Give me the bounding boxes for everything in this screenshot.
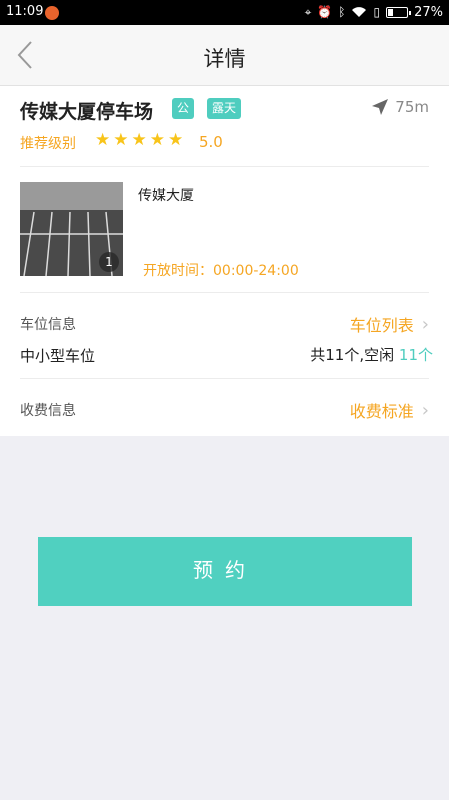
sim-icon: ▯ [373,5,381,19]
fee-standard-label: 收费标准 [349,402,414,421]
star-icon: ★ [95,130,111,150]
tag-public: 公 [172,98,195,119]
lot-name: 传媒大厦停车场 [20,101,154,123]
rating-score: 5.0 [199,133,223,151]
lot-photo[interactable]: 1 [20,182,123,276]
fee-standard-link[interactable]: 收费标准 › [350,398,429,422]
nav-bar: 详情 [0,25,449,86]
star-icon: ★ [168,130,184,150]
status-time: 11:09 [6,4,44,19]
star-icon: ★ [113,130,129,150]
rating-stars: ★ ★ ★ ★ ★ [95,130,183,150]
distance-value: 75m [395,98,429,116]
page-title: 详情 [203,47,246,71]
space-list-link[interactable]: 车位列表 › [350,312,429,336]
fees-label: 收费信息 [20,403,76,419]
bluetooth-icon: ᛒ [338,5,346,19]
tag-open-air: 露天 [207,98,242,119]
status-icons: ⌖ ⏰ ᛒ ▯ 27% [305,4,443,20]
parking-lot-card: 传媒大厦停车场 公 露天 75m 推荐级别 ★ ★ ★ ★ ★ 5.0 1 传媒… [0,86,449,436]
wifi-icon [352,7,367,17]
place-name: 传媒大厦 [138,188,194,204]
distance[interactable]: 75m [371,98,429,116]
star-icon: ★ [149,130,165,150]
space-type: 中小型车位 [20,347,96,365]
photo-count-badge: 1 [99,252,119,272]
location-arrow-icon [372,99,389,115]
space-summary: 共11个,空闲 [310,346,395,364]
book-button[interactable]: 预约 [38,537,412,606]
space-free-count: 11个 [398,346,433,364]
battery-icon [386,6,412,18]
divider [20,292,429,293]
alarm-icon: ⏰ [317,5,333,19]
star-icon: ★ [131,130,147,150]
rating-label: 推荐级别 [20,136,76,152]
divider [20,378,429,379]
chevron-right-icon: › [421,313,429,335]
space-availability: 共11个,空闲 11个 [310,344,433,365]
nav-arrow-icon: ⌖ [304,5,312,19]
notification-icon [45,6,59,20]
open-hours: 开放时间：00:00-24:00 [143,263,299,279]
space-list-label: 车位列表 [349,316,414,335]
chevron-right-icon: › [421,399,429,421]
divider [20,166,429,167]
status-bar: 11:09 ⌖ ⏰ ᛒ ▯ 27% [0,0,449,25]
battery-level: 27% [414,4,443,20]
spaces-label: 车位信息 [20,317,76,333]
